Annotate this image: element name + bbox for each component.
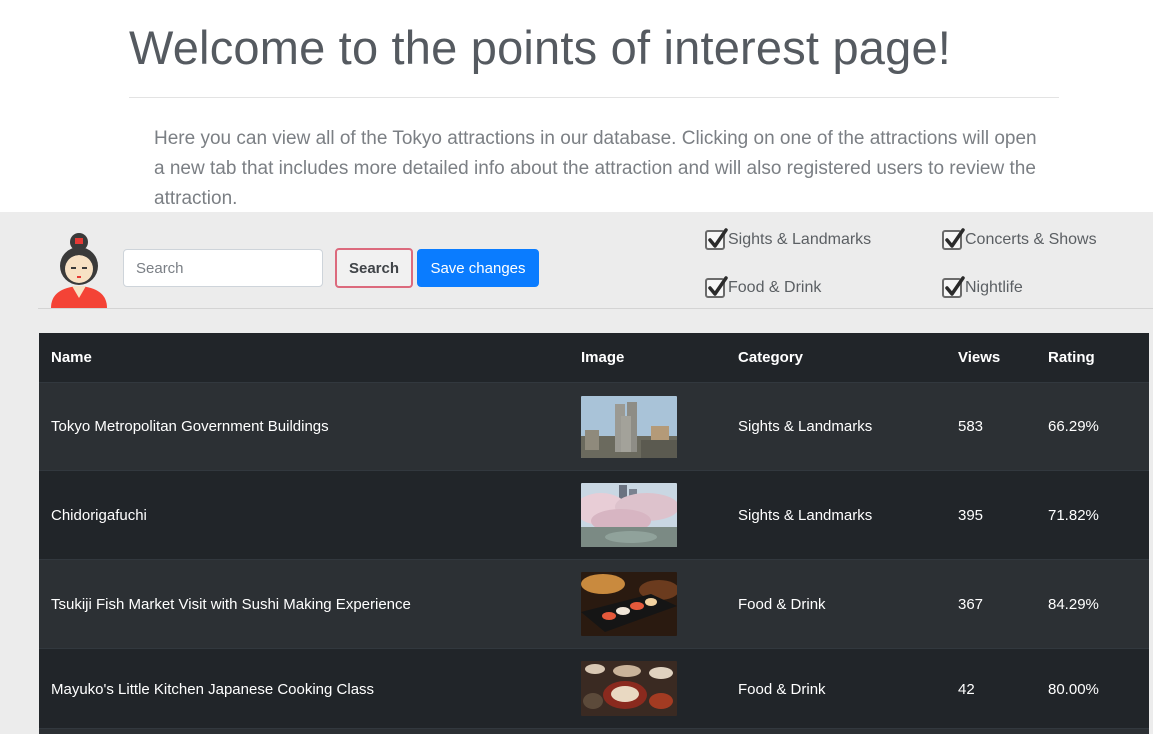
intro-text: Here you can view all of the Tokyo attra… — [154, 128, 1037, 209]
attraction-category: Food & Drink — [738, 596, 826, 613]
search-button[interactable]: Search — [335, 248, 413, 288]
column-header-views[interactable]: Views — [958, 349, 1000, 366]
attraction-category: Food & Drink — [738, 681, 826, 698]
filter-nightlife[interactable]: Nightlife — [942, 275, 1023, 301]
attraction-rating: 71.82% — [1048, 507, 1099, 524]
attractions-table: Name Image Category Views Rating Tokyo M… — [39, 333, 1149, 734]
checkbox-checked-icon[interactable] — [705, 276, 728, 298]
table-row[interactable]: Mayuko's Little Kitchen Japanese Cooking… — [39, 649, 1149, 729]
table-row-partial — [39, 729, 1149, 734]
attraction-name[interactable]: Tsukiji Fish Market Visit with Sushi Mak… — [51, 596, 411, 613]
geisha-avatar-icon — [48, 226, 110, 308]
attraction-image[interactable] — [581, 483, 677, 547]
checkbox-checked-icon[interactable] — [942, 228, 965, 250]
table-row[interactable]: Tokyo Metropolitan Government Buildings … — [39, 383, 1149, 471]
table-header: Name Image Category Views Rating — [39, 333, 1149, 383]
attraction-views: 42 — [958, 681, 975, 698]
checkbox-checked-icon[interactable] — [705, 228, 728, 250]
attraction-name[interactable]: Tokyo Metropolitan Government Buildings — [51, 418, 329, 435]
attraction-rating: 84.29% — [1048, 596, 1099, 613]
attraction-views: 367 — [958, 596, 984, 613]
attraction-category: Sights & Landmarks — [738, 418, 873, 435]
filter-label: Sights & Landmarks — [728, 231, 872, 248]
filter-label: Nightlife — [965, 279, 1023, 296]
attraction-views: 583 — [958, 418, 984, 435]
toolbar-divider — [38, 308, 1153, 309]
search-input[interactable] — [123, 249, 323, 287]
page-title: Welcome to the points of interest page! — [129, 21, 952, 74]
filter-concerts-shows[interactable]: Concerts & Shows — [942, 227, 1097, 253]
points-of-interest-page: Welcome to the points of interest page! … — [0, 0, 1153, 734]
title-divider — [129, 97, 1059, 98]
column-header-category[interactable]: Category — [738, 349, 803, 366]
save-changes-button[interactable]: Save changes — [417, 249, 539, 287]
attraction-name[interactable]: Mayuko's Little Kitchen Japanese Cooking… — [51, 681, 374, 698]
column-header-rating[interactable]: Rating — [1048, 349, 1095, 366]
attraction-name[interactable]: Chidorigafuchi — [51, 507, 147, 524]
attraction-category: Sights & Landmarks — [738, 507, 873, 524]
checkbox-checked-icon[interactable] — [942, 276, 965, 298]
attraction-image[interactable] — [581, 396, 677, 458]
column-header-name[interactable]: Name — [51, 349, 92, 366]
filter-label: Concerts & Shows — [965, 231, 1097, 248]
attraction-image[interactable] — [581, 572, 677, 636]
column-header-image[interactable]: Image — [581, 349, 624, 366]
table-row[interactable]: Tsukiji Fish Market Visit with Sushi Mak… — [39, 560, 1149, 649]
attraction-rating: 80.00% — [1048, 681, 1099, 698]
attraction-image[interactable] — [581, 661, 677, 716]
attraction-rating: 66.29% — [1048, 418, 1099, 435]
attraction-views: 395 — [958, 507, 984, 524]
filter-label: Food & Drink — [728, 279, 822, 296]
table-row[interactable]: Chidorigafuchi Sights & Landmarks 395 71… — [39, 471, 1149, 560]
filter-sights-landmarks[interactable]: Sights & Landmarks — [705, 227, 871, 253]
filter-food-drink[interactable]: Food & Drink — [705, 275, 821, 301]
